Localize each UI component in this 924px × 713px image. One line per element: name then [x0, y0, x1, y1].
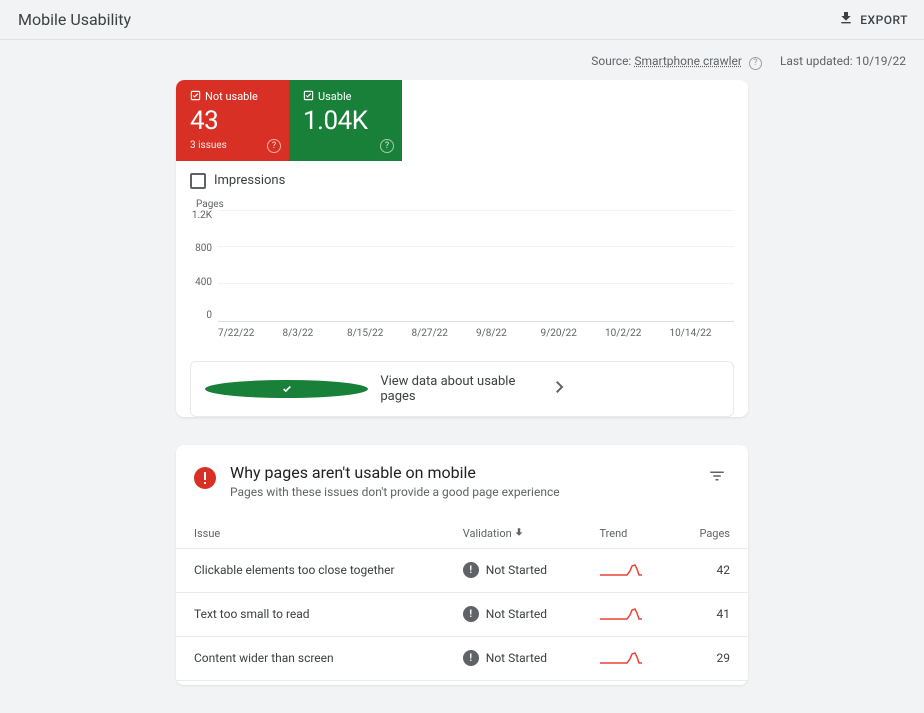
x-tick: 8/3/22 [283, 328, 348, 339]
kpi-not-usable-label: Not usable [205, 90, 258, 103]
x-tick: 9/20/22 [541, 328, 606, 339]
chart-y-label: Pages [190, 199, 734, 210]
kpi-usable[interactable]: Usable 1.04K ? [289, 80, 402, 161]
filter-button[interactable] [704, 463, 730, 493]
issues-title: Why pages aren't usable on mobile [230, 463, 560, 482]
checkbox-checked-icon [190, 90, 201, 104]
status-dot-icon: ! [463, 606, 479, 622]
issue-cell: Content wider than screen [176, 636, 445, 680]
arrow-down-icon [514, 527, 524, 540]
y-tick: 400 [190, 277, 212, 288]
kpi-row: Not usable 43 3 issues ? Usable 1.04K ? [176, 80, 748, 161]
pages-cell: 29 [672, 636, 748, 680]
kpi-not-usable-sub: 3 issues [190, 140, 277, 151]
col-pages[interactable]: Pages [672, 517, 748, 549]
pages-cell: 42 [672, 548, 748, 592]
error-icon [194, 467, 216, 489]
table-row[interactable]: Content wider than screen!Not Started 29 [176, 636, 748, 680]
page-title: Mobile Usability [18, 10, 131, 29]
help-icon[interactable]: ? [267, 139, 281, 153]
col-validation[interactable]: Validation [445, 517, 582, 549]
trend-cell [581, 636, 672, 680]
x-tick: 9/8/22 [476, 328, 541, 339]
source-link[interactable]: Smartphone crawler [634, 54, 742, 68]
impressions-toggle[interactable]: Impressions [176, 161, 748, 195]
help-icon[interactable]: ? [380, 139, 394, 153]
status-dot-icon: ! [463, 650, 479, 666]
check-circle-icon [205, 380, 368, 398]
source-label: Source: [591, 54, 631, 68]
validation-cell: !Not Started [445, 636, 582, 680]
plot-area [218, 210, 734, 322]
issues-subtitle: Pages with these issues don't provide a … [230, 485, 560, 499]
summary-card: Not usable 43 3 issues ? Usable 1.04K ? … [176, 80, 748, 417]
pages-cell: 41 [672, 592, 748, 636]
x-tick: 10/2/22 [605, 328, 670, 339]
issues-card: Why pages aren't usable on mobile Pages … [176, 445, 748, 685]
x-tick: 7/22/22 [218, 328, 283, 339]
meta-row: Source: Smartphone crawler ? Last update… [0, 40, 924, 80]
updated-group: Last updated: 10/19/22 [780, 54, 906, 70]
table-row[interactable]: Clickable elements too close together!No… [176, 548, 748, 592]
x-tick: 10/14/22 [670, 328, 735, 339]
issues-table: Issue Validation Trend Pages Clickable e… [176, 517, 748, 681]
y-tick: 800 [190, 243, 212, 254]
col-trend[interactable]: Trend [581, 517, 672, 549]
x-tick: 8/27/22 [412, 328, 477, 339]
x-tick: 8/15/22 [347, 328, 412, 339]
status-dot-icon: ! [463, 562, 479, 578]
link-row-label: View data about usable pages [380, 374, 543, 404]
trend-cell [581, 592, 672, 636]
x-axis: 7/22/22 8/3/22 8/15/22 8/27/22 9/8/22 9/… [190, 322, 734, 339]
view-usable-pages-link[interactable]: View data about usable pages [190, 361, 734, 417]
kpi-usable-label: Usable [318, 90, 351, 103]
top-bar: Mobile Usability EXPORT [0, 0, 924, 40]
download-icon [838, 10, 854, 29]
y-tick: 0 [190, 310, 212, 321]
y-tick: 1.2K [190, 210, 212, 221]
pages-chart: Pages 1.2K 800 400 0 7/22/22 8/3/22 8/15… [176, 195, 748, 351]
updated-label: Last updated: [780, 54, 853, 68]
export-label: EXPORT [860, 13, 908, 27]
validation-cell: !Not Started [445, 592, 582, 636]
trend-cell [581, 548, 672, 592]
checkbox-unchecked-icon [190, 173, 206, 189]
issue-cell: Clickable elements too close together [176, 548, 445, 592]
chevron-right-icon [556, 381, 719, 397]
issue-cell: Text too small to read [176, 592, 445, 636]
export-button[interactable]: EXPORT [838, 10, 908, 29]
source-group: Source: Smartphone crawler ? [591, 54, 762, 70]
y-axis: 1.2K 800 400 0 [190, 210, 218, 322]
help-icon[interactable]: ? [749, 57, 762, 70]
col-issue[interactable]: Issue [176, 517, 445, 549]
impressions-label: Impressions [214, 173, 285, 188]
issues-header: Why pages aren't usable on mobile Pages … [176, 445, 748, 507]
updated-value: 10/19/22 [856, 54, 906, 68]
table-row[interactable]: Text too small to read!Not Started 41 [176, 592, 748, 636]
kpi-not-usable-value: 43 [190, 106, 277, 136]
kpi-not-usable[interactable]: Not usable 43 3 issues ? [176, 80, 289, 161]
kpi-usable-value: 1.04K [303, 106, 390, 136]
validation-cell: !Not Started [445, 548, 582, 592]
checkbox-checked-icon [303, 90, 314, 104]
